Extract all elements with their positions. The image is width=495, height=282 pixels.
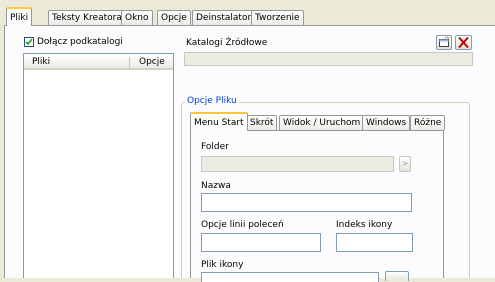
- tab-okno[interactable]: Okno: [121, 10, 153, 25]
- icon-index-field[interactable]: [336, 233, 413, 252]
- tab-widok-uruchom[interactable]: Widok / Uruchom: [279, 115, 365, 130]
- delete-folder-button[interactable]: [455, 35, 472, 50]
- icon-file-field[interactable]: [201, 272, 379, 282]
- folder-label: Folder: [201, 142, 229, 152]
- checkmark-icon: [25, 38, 33, 46]
- tab-pliki[interactable]: Pliki: [6, 7, 33, 26]
- name-label: Nazwa: [201, 181, 231, 191]
- column-divider[interactable]: [129, 57, 130, 68]
- tab-menu-start[interactable]: Menu Start: [190, 112, 248, 131]
- delete-icon: [458, 36, 469, 49]
- tab-deinstalator[interactable]: Deinstalator: [192, 10, 256, 25]
- source-folders-label: Katalogi Źródłowe: [186, 38, 268, 48]
- tab-teksty-kreatora[interactable]: Teksty Kreatora: [48, 10, 126, 25]
- tab-tworzenie[interactable]: Tworzenie: [251, 10, 304, 25]
- file-options-group-label: Opcje Pliku: [185, 96, 239, 107]
- file-list[interactable]: [23, 53, 174, 278]
- icon-file-label: Plik ikony: [201, 260, 244, 270]
- tab-rozne[interactable]: Różne: [410, 115, 446, 130]
- tab-opcje[interactable]: Opcje: [157, 10, 191, 25]
- new-folder-button[interactable]: [436, 35, 452, 50]
- name-field[interactable]: [201, 193, 412, 212]
- folder-browse-button[interactable]: >: [399, 156, 411, 172]
- icon-file-browse-button[interactable]: [385, 271, 409, 281]
- new-folder-icon: [439, 36, 450, 47]
- column-header-pliki[interactable]: Pliki: [32, 57, 50, 68]
- column-header-opcje[interactable]: Opcje: [139, 57, 165, 68]
- folder-field[interactable]: [201, 156, 394, 172]
- source-folders-list[interactable]: [184, 52, 473, 66]
- browse-arrow-icon: >: [401, 159, 409, 168]
- cmdline-field[interactable]: [201, 233, 321, 252]
- icon-index-label: Indeks ikony: [336, 220, 393, 230]
- cmdline-label: Opcje linii poleceń: [201, 220, 284, 230]
- tab-skrot[interactable]: Skrót: [246, 115, 278, 130]
- include-subfolders-checkbox[interactable]: [24, 37, 34, 47]
- include-subfolders-label: Dołącz podkatalogi: [37, 37, 123, 47]
- tab-windows[interactable]: Windows: [362, 115, 411, 130]
